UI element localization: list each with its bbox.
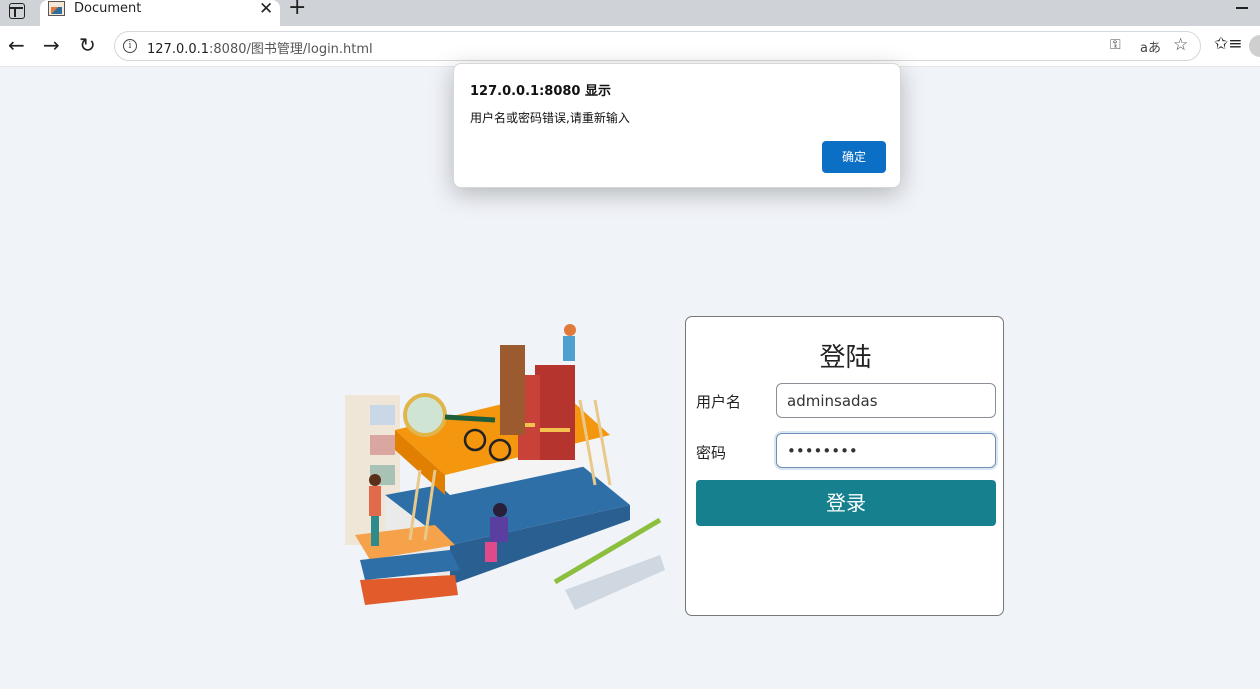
back-button[interactable]: ← bbox=[8, 34, 25, 56]
ruler-shape bbox=[565, 555, 665, 610]
person-shape bbox=[493, 503, 507, 517]
new-tab-button[interactable]: + bbox=[288, 0, 306, 19]
url-text[interactable]: 127.0.0.1:8080/图书管理/login.html bbox=[147, 38, 373, 57]
magnifier-shape bbox=[403, 393, 447, 437]
brown-book-shape bbox=[500, 345, 525, 435]
address-bar[interactable]: i 127.0.0.1:8080/图书管理/login.html ⚿ aあ ☆ bbox=[114, 31, 1201, 61]
username-input[interactable] bbox=[776, 383, 996, 418]
login-button[interactable]: 登录 bbox=[696, 480, 996, 526]
person-shape bbox=[564, 324, 576, 336]
minimize-window-icon[interactable] bbox=[1236, 7, 1248, 9]
username-label: 用户名 bbox=[696, 393, 742, 411]
tab-title: Document bbox=[74, 1, 142, 16]
password-input[interactable] bbox=[776, 433, 996, 468]
browser-toolbar: ← → ↻ i 127.0.0.1:8080/图书管理/login.html ⚿… bbox=[0, 26, 1260, 66]
read-aloud-icon[interactable]: aあ bbox=[1140, 37, 1161, 56]
window-menu-icon[interactable] bbox=[9, 3, 25, 19]
tab-document[interactable]: Document ✕ bbox=[40, 0, 280, 26]
tab-strip: Document ✕ + bbox=[0, 0, 1260, 26]
reload-button[interactable]: ↻ bbox=[79, 34, 96, 56]
shelf-books-shape bbox=[370, 435, 395, 455]
favorite-star-icon[interactable]: ☆ bbox=[1173, 35, 1188, 55]
alert-message: 用户名或密码错误,请重新输入 bbox=[470, 111, 630, 125]
alert-dialog: 127.0.0.1:8080 显示 用户名或密码错误,请重新输入 确定 bbox=[453, 63, 901, 188]
alert-title: 127.0.0.1:8080 显示 bbox=[470, 84, 611, 99]
red-book-shape bbox=[535, 365, 575, 460]
favicon-icon bbox=[48, 1, 65, 16]
profile-avatar[interactable] bbox=[1249, 35, 1260, 57]
favorites-icon[interactable]: ✩≡ bbox=[1214, 34, 1243, 54]
forward-button[interactable]: → bbox=[43, 34, 60, 56]
login-form: 登陆 用户名 密码 登录 bbox=[685, 316, 1004, 616]
login-title: 登陆 bbox=[819, 343, 872, 373]
person-shape bbox=[369, 474, 381, 486]
site-info-icon[interactable]: i bbox=[123, 39, 137, 53]
password-label: 密码 bbox=[696, 444, 727, 462]
shelf-books-shape bbox=[370, 405, 395, 425]
key-icon[interactable]: ⚿ bbox=[1110, 37, 1121, 53]
left-stack-book bbox=[360, 575, 458, 605]
url-host: 127.0.0.1 bbox=[147, 42, 210, 57]
url-path: :8080/图书管理/login.html bbox=[209, 42, 373, 57]
close-tab-icon[interactable]: ✕ bbox=[259, 0, 273, 18]
library-books-illustration bbox=[345, 324, 665, 610]
alert-ok-button[interactable]: 确定 bbox=[822, 141, 886, 173]
